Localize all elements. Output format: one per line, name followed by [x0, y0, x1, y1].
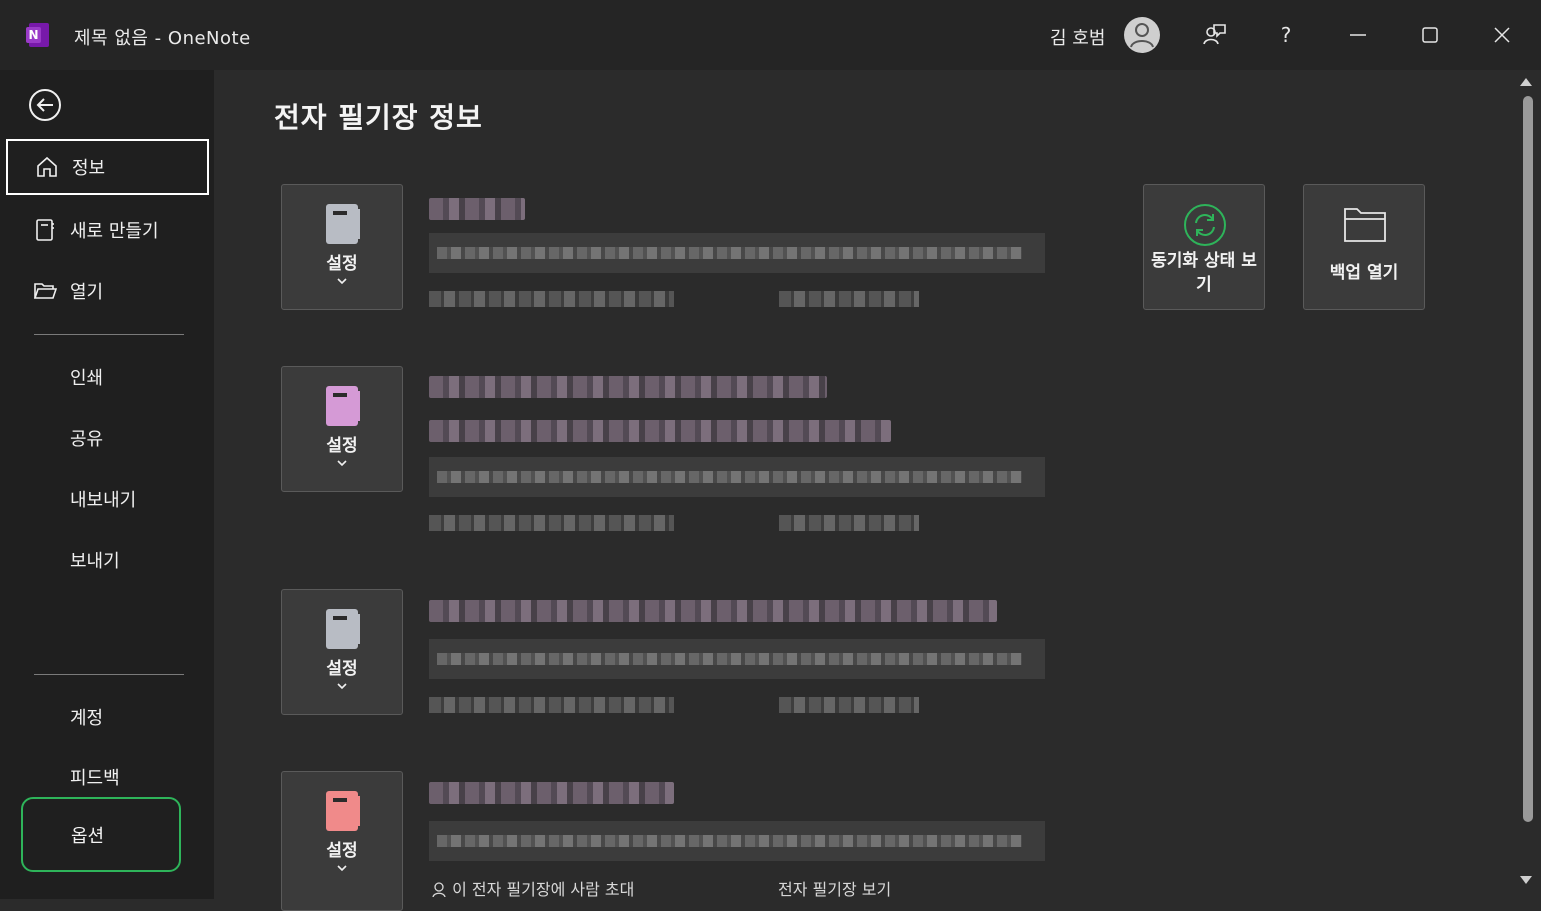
- sidebar-item-options[interactable]: 옵션: [21, 797, 181, 872]
- notebook-settings-button[interactable]: 설정: [281, 184, 403, 310]
- settings-label: 설정: [326, 659, 358, 679]
- sidebar-item-print[interactable]: 인쇄: [0, 348, 214, 406]
- sidebar-item-label: 공유: [70, 429, 104, 450]
- view-notebook-link-redacted[interactable]: [779, 515, 919, 531]
- app-logo-letter: N: [28, 28, 38, 42]
- open-backup-label: 백업 열기: [1329, 263, 1399, 283]
- title-bar: N 제목 없음 - OneNote 김 호범 ?: [0, 0, 1541, 70]
- invite-link-redacted[interactable]: [429, 697, 674, 713]
- sidebar-item-open[interactable]: 열기: [0, 262, 214, 320]
- home-icon: [34, 154, 60, 180]
- notebook-settings-button[interactable]: 설정: [281, 589, 403, 715]
- notebook-settings-button[interactable]: 설정: [281, 366, 403, 492]
- notebook-name-redacted: [429, 420, 891, 442]
- sidebar-divider: [34, 674, 184, 675]
- sidebar-item-account[interactable]: 계정: [0, 688, 214, 746]
- page-title: 전자 필기장 정보: [274, 101, 483, 134]
- sync-icon: [1184, 204, 1226, 246]
- sidebar-item-send[interactable]: 보내기: [0, 531, 214, 589]
- window-title: 제목 없음 - OneNote: [74, 28, 251, 49]
- folder-open-icon: [32, 278, 58, 304]
- sidebar-item-label: 옵션: [71, 825, 105, 847]
- settings-label: 설정: [326, 841, 358, 861]
- settings-label: 설정: [326, 254, 358, 274]
- minimize-icon[interactable]: [1343, 20, 1373, 50]
- notebook-icon: [326, 204, 360, 244]
- sync-status-label: 동기화 상태 보기: [1151, 251, 1257, 295]
- notebook-url-redacted: [429, 457, 1045, 497]
- chevron-down-icon: [337, 865, 347, 872]
- sidebar-item-label: 인쇄: [70, 368, 104, 389]
- invite-link-redacted[interactable]: [429, 515, 674, 531]
- user-name[interactable]: 김 호범: [1050, 24, 1105, 50]
- notebook-name-redacted: [429, 782, 674, 804]
- notebook-icon: [326, 609, 360, 649]
- close-icon[interactable]: [1487, 20, 1517, 50]
- open-backup-button[interactable]: 백업 열기: [1303, 184, 1425, 310]
- notebook-info-pane: 전자 필기장 정보 설정 동기화 상태 보기 백업 열기 설정 설정 설정 이 …: [214, 70, 1517, 911]
- notebook-icon: [326, 791, 360, 831]
- notebook-icon: [326, 386, 360, 426]
- vertical-scrollbar[interactable]: [1517, 70, 1541, 899]
- invite-link-redacted[interactable]: [429, 291, 674, 307]
- user-silhouette-icon: [1130, 23, 1154, 48]
- view-notebook-link-redacted[interactable]: [779, 291, 919, 307]
- sidebar-item-label: 보내기: [70, 551, 120, 572]
- notebook-url-redacted: [429, 233, 1045, 273]
- chevron-down-icon: [337, 460, 347, 467]
- sidebar-item-label: 피드백: [70, 768, 120, 789]
- help-icon[interactable]: ?: [1271, 20, 1301, 50]
- sidebar-item-label: 열기: [70, 282, 104, 303]
- feedback-person-icon[interactable]: [1199, 20, 1229, 50]
- sidebar-item-info[interactable]: 정보: [6, 139, 209, 195]
- sync-status-button[interactable]: 동기화 상태 보기: [1143, 184, 1265, 310]
- view-notebook-link[interactable]: 전자 필기장 보기: [778, 876, 891, 900]
- scroll-down-arrow-icon[interactable]: [1520, 876, 1532, 884]
- onenote-logo-icon: N: [26, 23, 49, 47]
- settings-label: 설정: [326, 436, 358, 456]
- notebook-settings-button[interactable]: 설정: [281, 771, 403, 911]
- notebook-name-redacted: [429, 376, 827, 398]
- notebook-url-redacted: [429, 821, 1045, 861]
- sidebar-item-share[interactable]: 공유: [0, 409, 214, 467]
- notebook-url-redacted: [429, 639, 1045, 679]
- sidebar-item-label: 새로 만들기: [70, 221, 159, 242]
- back-arrow-icon[interactable]: [28, 88, 62, 122]
- notebook-name-redacted: [429, 600, 997, 622]
- chevron-down-icon: [337, 683, 347, 690]
- sidebar-item-label: 내보내기: [70, 490, 137, 511]
- sidebar-item-label: 정보: [72, 158, 106, 179]
- view-notebook-link-redacted[interactable]: [779, 697, 919, 713]
- sidebar-item-label: 계정: [70, 708, 104, 729]
- folder-icon: [1344, 208, 1386, 242]
- sidebar-divider: [34, 334, 184, 335]
- sidebar-item-new[interactable]: 새로 만들기: [0, 201, 214, 259]
- invite-link-label: 이 전자 필기장에 사람 초대: [452, 880, 635, 899]
- avatar[interactable]: [1124, 17, 1160, 53]
- person-icon: [431, 880, 452, 899]
- maximize-icon[interactable]: [1415, 20, 1445, 50]
- scroll-thumb[interactable]: [1523, 96, 1533, 822]
- chevron-down-icon: [337, 278, 347, 285]
- new-notebook-icon: [32, 217, 58, 243]
- notebook-name-redacted: [429, 198, 525, 220]
- view-link-label: 전자 필기장 보기: [778, 880, 892, 899]
- sidebar-item-export[interactable]: 내보내기: [0, 470, 214, 528]
- invite-people-link[interactable]: 이 전자 필기장에 사람 초대: [431, 876, 634, 900]
- backstage-sidebar: 정보 새로 만들기 열기 인쇄 공유 내보내기 보내기 계정 피드백 옵션: [0, 70, 214, 899]
- scroll-up-arrow-icon[interactable]: [1520, 78, 1532, 86]
